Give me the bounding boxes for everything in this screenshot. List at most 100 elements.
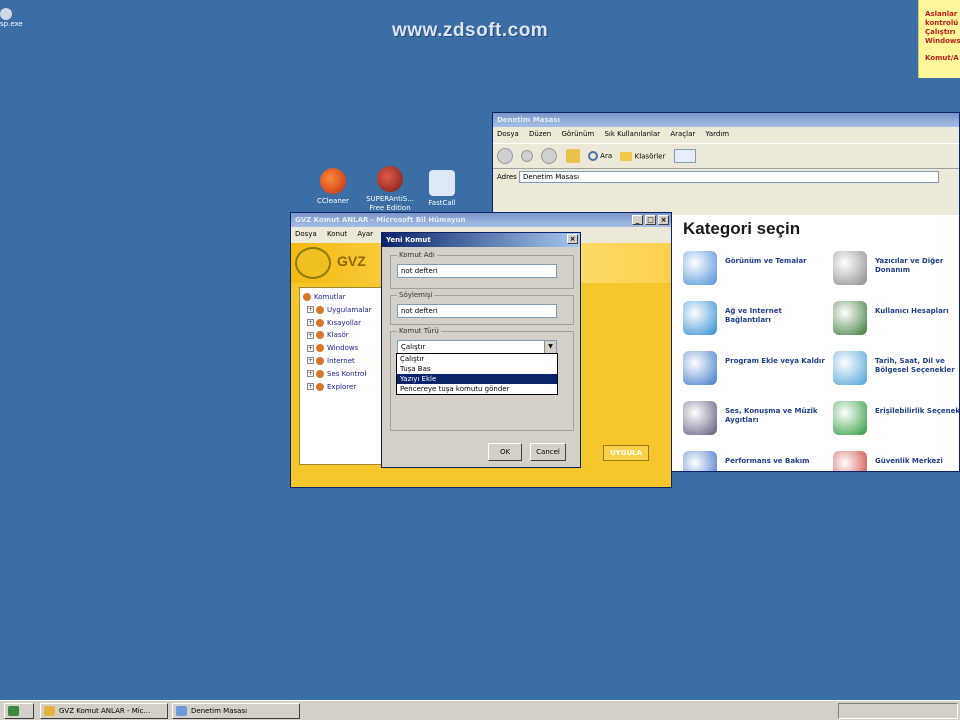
desktop-icon-fastcall[interactable]: FastCall [414, 170, 470, 208]
menu-file[interactable]: Dosya [295, 230, 317, 238]
tree-label: Uygulamalar [327, 305, 372, 314]
tree-label: Ses Kontrol [327, 369, 367, 378]
category-sound[interactable]: Ses, Konuşma ve Müzik Aygıtları [683, 401, 823, 441]
window-title: GVZ Komut ANLAR - Microsoft Bil Hümayun [295, 216, 466, 224]
security-shield-icon [833, 451, 867, 471]
page-title: Kategori seçin [683, 219, 801, 238]
taskbar-button-control-panel[interactable]: Denetim Masası [172, 703, 300, 719]
category-label: Ağ ve Internet Bağlantıları [725, 307, 782, 324]
appearance-themes-icon [683, 251, 717, 285]
menu-command[interactable]: Konut [327, 230, 347, 238]
command-name-group: Komut Adı not defteri [390, 251, 574, 289]
command-name-input[interactable]: not defteri [397, 264, 557, 278]
menu-favorites[interactable]: Sık Kullanılanlar [604, 130, 660, 138]
command-tree[interactable]: Komutlar + Uygulamalar + Kısayollar + Klasö… [299, 287, 391, 465]
control-panel-toolbar: Ara Klasörler [493, 143, 959, 169]
views-icon[interactable] [673, 149, 696, 163]
menu-settings[interactable]: Ayar [357, 230, 373, 238]
tree-label: Klasör [327, 331, 349, 340]
menu-tools[interactable]: Araçlar [670, 130, 695, 138]
tree-item[interactable]: + Internet [303, 355, 387, 368]
maximize-button[interactable]: □ [645, 215, 656, 225]
search-button[interactable]: Ara [587, 151, 613, 161]
speech-label: Söylemişi [397, 291, 435, 299]
menu-help[interactable]: Yardım [706, 130, 730, 138]
chevron-down-icon[interactable]: ▼ [544, 341, 556, 353]
desktop-icon-label: SUPERAntiS... Free Edition [366, 195, 414, 212]
tree-item[interactable]: + Kısayollar [303, 317, 387, 330]
sticky-line: Çalıştırı [925, 28, 956, 36]
sticky-line: Komut/A [925, 54, 959, 62]
start-button[interactable] [4, 703, 34, 719]
tree-item[interactable]: + Klasör [303, 329, 387, 342]
category-accessibility[interactable]: Erişilebilirlik Seçenekleri [833, 401, 959, 441]
category-add-remove-programs[interactable]: Program Ekle veya Kaldır [683, 351, 825, 391]
desktop-icon-superantispyware[interactable]: SUPERAntiS... Free Edition [362, 166, 418, 213]
minimize-button[interactable]: _ [632, 215, 643, 225]
speech-input[interactable]: not defteri [397, 304, 557, 318]
tree-item[interactable]: + Ses Kontrol [303, 368, 387, 381]
accessibility-wheelchair-icon [833, 401, 867, 435]
expand-icon: + [307, 331, 314, 339]
category-label: Güvenlik Merkezi [875, 457, 943, 465]
desktop-icon-label: FastCall [428, 199, 456, 207]
menu-view[interactable]: Görünüm [561, 130, 594, 138]
tree-item[interactable]: + Windows [303, 342, 387, 355]
category-network[interactable]: Ağ ve Internet Bağlantıları [683, 301, 823, 341]
category-performance[interactable]: Performans ve Bakım [683, 451, 823, 471]
dropdown-option[interactable]: Pencereye tuşa komutu gönder [397, 384, 557, 394]
desktop-icon-partial[interactable]: sp.exe [0, 8, 23, 28]
expand-icon: + [307, 383, 314, 391]
tree-label: Internet [327, 356, 355, 365]
folders-button[interactable]: Klasörler [620, 151, 666, 161]
command-type-select[interactable]: Çalıştır ▼ [397, 340, 557, 354]
ok-button[interactable]: OK [488, 443, 522, 461]
dropdown-option[interactable]: Tuşa Bas [397, 364, 557, 374]
superantispyware-icon [377, 166, 403, 192]
folders-label: Klasörler [634, 152, 666, 160]
gvz-titlebar[interactable]: GVZ Komut ANLAR - Microsoft Bil Hümayun … [291, 213, 671, 227]
fastcall-icon [429, 170, 455, 196]
category-label: Görünüm ve Temalar [725, 257, 807, 265]
menu-edit[interactable]: Düzen [529, 130, 551, 138]
address-value: Denetim Masası [523, 173, 580, 181]
category-label: Tarih, Saat, Dil ve Bölgesel Seçenekler [875, 357, 955, 374]
close-button[interactable]: × [658, 215, 669, 225]
menu-file[interactable]: Dosya [497, 130, 519, 138]
new-command-dialog[interactable]: Yeni Komut × Komut Adı not defteri Söyle… [381, 232, 581, 468]
system-tray [838, 703, 958, 719]
category-user-accounts[interactable]: Kullanıcı Hesapları [833, 301, 959, 341]
search-label: Ara [600, 152, 613, 160]
command-type-dropdown[interactable]: Çalıştır Tuşa Bas Yazıyı Ekle Pencereye … [396, 353, 558, 395]
tree-label: Windows [327, 344, 359, 353]
category-printers[interactable]: Yazıcılar ve Diğer Donanım [833, 251, 959, 291]
taskbar-button-gvz[interactable]: GVZ Komut ANLAR - Mic... [40, 703, 168, 719]
programs-cd-icon [683, 351, 717, 385]
close-button[interactable]: × [567, 234, 578, 244]
apply-button[interactable]: UYGULA [603, 445, 649, 461]
folder-icon [316, 382, 324, 391]
category-label: Performans ve Bakım [725, 457, 810, 465]
folder-icon [316, 331, 324, 340]
address-field[interactable]: Denetim Masası [519, 171, 940, 183]
folder-icon [316, 369, 324, 378]
control-panel-titlebar[interactable]: Denetim Masası [493, 113, 959, 127]
dropdown-option[interactable]: Çalıştır [397, 354, 557, 364]
category-date-time-language[interactable]: Tarih, Saat, Dil ve Bölgesel Seçenekler [833, 351, 959, 391]
sticky-note[interactable]: Aslanlar kontrolü Çalıştırı Windows Komu… [918, 0, 960, 78]
search-icon [587, 151, 598, 161]
up-folder-icon[interactable] [565, 149, 580, 163]
tree-item[interactable]: + Explorer [303, 381, 387, 394]
forward-icon[interactable] [521, 150, 534, 162]
tree-item[interactable]: + Uygulamalar [303, 304, 387, 317]
refresh-icon[interactable] [541, 148, 558, 164]
category-security-center[interactable]: Güvenlik Merkezi [833, 451, 959, 471]
category-appearance[interactable]: Görünüm ve Temalar [683, 251, 823, 291]
cancel-button[interactable]: Cancel [530, 443, 566, 461]
desktop-icon-ccleaner[interactable]: CCleaner [305, 168, 361, 206]
date-time-globe-icon [833, 351, 867, 385]
tree-root[interactable]: Komutlar [303, 291, 387, 304]
dialog-titlebar[interactable]: Yeni Komut × [382, 233, 580, 247]
back-icon[interactable] [497, 148, 513, 164]
dropdown-option-selected[interactable]: Yazıyı Ekle [397, 374, 557, 384]
